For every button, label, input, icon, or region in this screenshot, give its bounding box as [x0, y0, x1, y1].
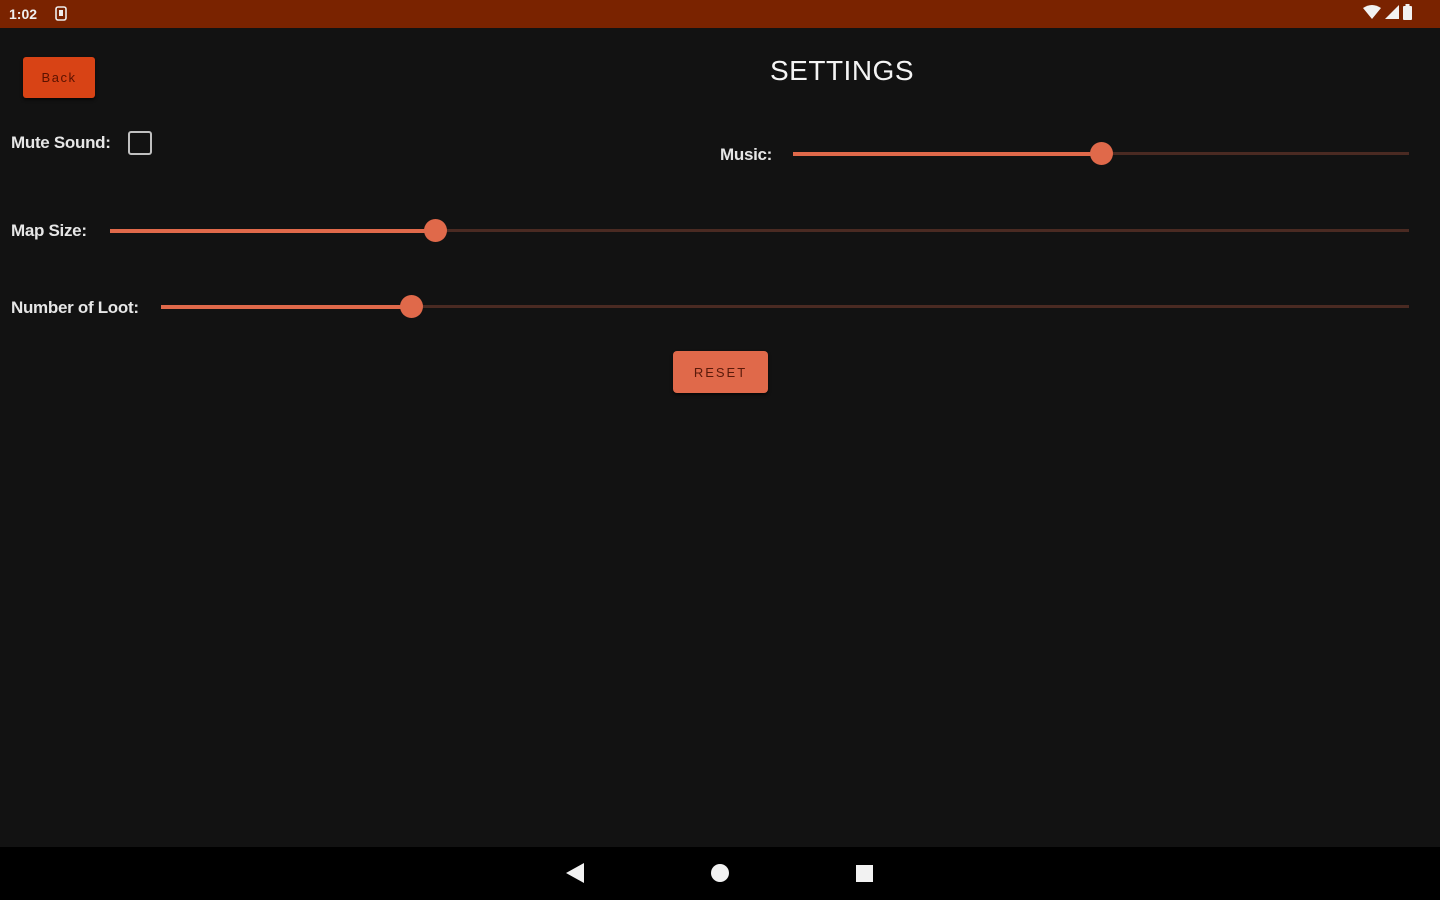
- music-label: Music:: [720, 145, 773, 164]
- notification-icon: [55, 6, 67, 21]
- status-icons: [1363, 3, 1412, 25]
- map-size-slider[interactable]: [110, 218, 1409, 242]
- mute-sound-label: Mute Sound:: [11, 133, 111, 152]
- slider-thumb[interactable]: [1090, 142, 1113, 165]
- number-of-loot-slider[interactable]: [161, 294, 1409, 318]
- slider-fill: [161, 305, 411, 309]
- status-time: 1:02: [9, 6, 38, 22]
- battery-icon: [1403, 3, 1412, 25]
- signal-icon: [1385, 4, 1399, 24]
- mute-sound-checkbox[interactable]: [128, 131, 152, 155]
- slider-thumb[interactable]: [423, 219, 447, 242]
- navigation-bar: [0, 847, 1440, 900]
- status-bar: 1:02: [0, 0, 1440, 28]
- page-title: SETTINGS: [770, 55, 915, 86]
- slider-fill: [110, 229, 435, 233]
- music-slider[interactable]: [793, 141, 1409, 165]
- number-of-loot-label: Number of Loot:: [11, 298, 139, 317]
- slider-thumb[interactable]: [399, 295, 423, 318]
- home-nav-icon[interactable]: [711, 864, 729, 882]
- reset-button[interactable]: RESET: [673, 351, 768, 393]
- wifi-icon: [1363, 4, 1381, 24]
- recents-nav-icon[interactable]: [856, 865, 873, 882]
- back-button[interactable]: Back: [23, 57, 95, 98]
- map-size-label: Map Size:: [11, 221, 87, 240]
- back-nav-icon[interactable]: [566, 863, 586, 888]
- slider-fill: [793, 152, 1101, 156]
